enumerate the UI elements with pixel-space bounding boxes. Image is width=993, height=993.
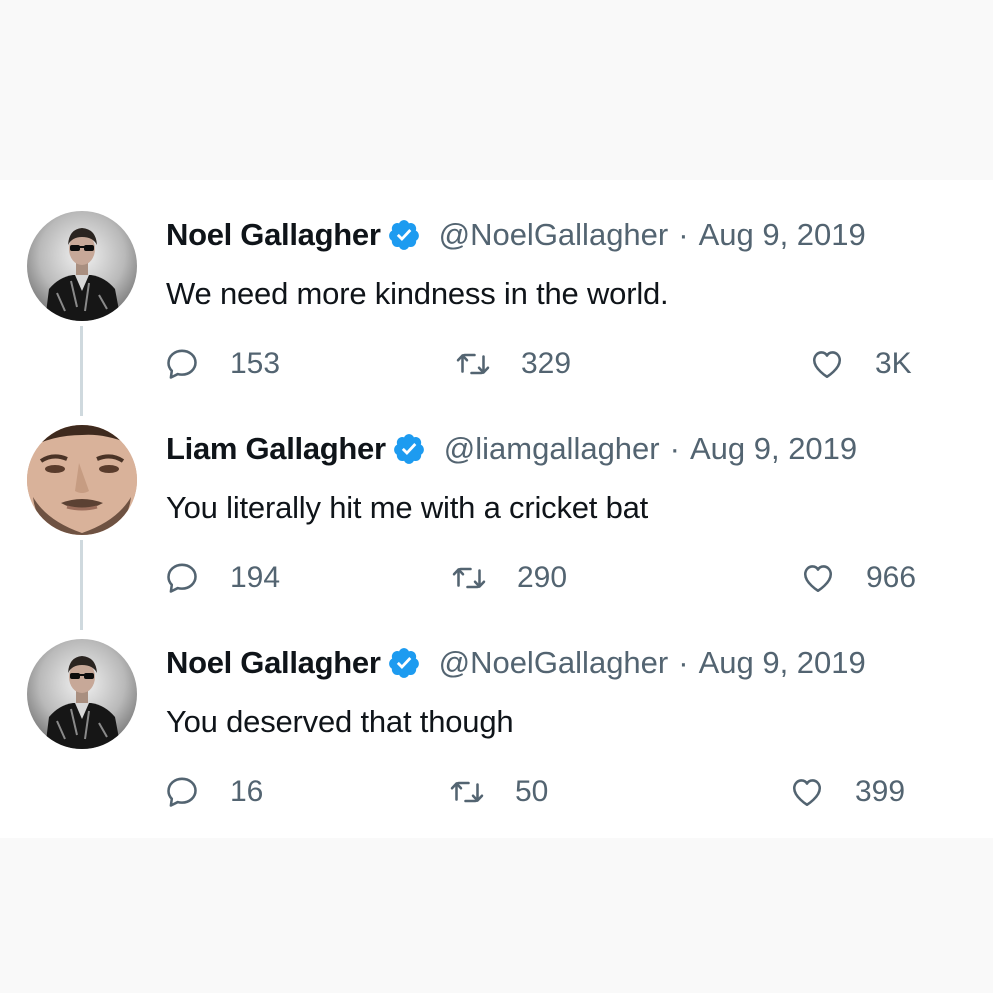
- reply-icon: [164, 774, 200, 810]
- retweet-button[interactable]: 290: [451, 558, 567, 598]
- separator-dot: ·: [678, 645, 689, 680]
- author-name[interactable]: Noel Gallagher: [166, 217, 381, 253]
- tweet-date[interactable]: Aug 9, 2019: [699, 645, 866, 681]
- reply-count: 16: [230, 775, 264, 808]
- retweet-icon: [455, 346, 491, 382]
- reply-icon: [164, 346, 200, 382]
- author-name[interactable]: Liam Gallagher: [166, 431, 386, 467]
- retweet-count: 290: [517, 561, 568, 594]
- reply-count: 153: [230, 347, 281, 380]
- like-icon: [809, 346, 845, 382]
- tweet-date[interactable]: Aug 9, 2019: [690, 431, 857, 467]
- like-button[interactable]: 966: [800, 558, 916, 598]
- separator-dot: ·: [678, 217, 689, 252]
- reply-button[interactable]: 16: [164, 772, 263, 812]
- verified-badge-icon: [387, 646, 421, 680]
- retweet-icon: [451, 560, 487, 596]
- retweet-button[interactable]: 50: [449, 772, 548, 812]
- like-button[interactable]: 399: [789, 772, 905, 812]
- reply-button[interactable]: 194: [164, 558, 280, 598]
- like-count: 966: [866, 561, 917, 594]
- retweet-icon: [449, 774, 485, 810]
- tweet-header: Liam Gallagher @liamgallagher · Aug 9, 2…: [166, 429, 857, 469]
- tweet-date[interactable]: Aug 9, 2019: [699, 217, 866, 253]
- tweet-text: You deserved that though: [166, 704, 514, 739]
- author-handle[interactable]: @NoelGallagher: [439, 217, 669, 253]
- retweet-count: 50: [515, 775, 549, 808]
- reply-button[interactable]: 153: [164, 344, 280, 384]
- tweet[interactable]: Noel Gallagher @NoelGallagher · Aug 9, 2…: [0, 180, 993, 416]
- like-count: 399: [855, 775, 906, 808]
- tweet-header: Noel Gallagher @NoelGallagher · Aug 9, 2…: [166, 643, 866, 683]
- avatar[interactable]: [27, 639, 137, 749]
- tweet[interactable]: Noel Gallagher @NoelGallagher · Aug 9, 2…: [0, 608, 993, 822]
- author-handle[interactable]: @liamgallagher: [444, 431, 660, 467]
- like-icon: [789, 774, 825, 810]
- verified-badge-icon: [387, 218, 421, 252]
- author-handle[interactable]: @NoelGallagher: [439, 645, 669, 681]
- tweet[interactable]: Liam Gallagher @liamgallagher · Aug 9, 2…: [0, 394, 993, 630]
- tweet-header: Noel Gallagher @NoelGallagher · Aug 9, 2…: [166, 215, 866, 255]
- like-button[interactable]: 3K: [809, 344, 912, 384]
- like-count: 3K: [875, 347, 912, 380]
- tweet-text: We need more kindness in the world.: [166, 276, 669, 311]
- verified-badge-icon: [392, 432, 426, 466]
- retweet-count: 329: [521, 347, 572, 380]
- reply-count: 194: [230, 561, 281, 594]
- reply-icon: [164, 560, 200, 596]
- thread-card: Noel Gallagher @NoelGallagher · Aug 9, 2…: [0, 180, 993, 838]
- retweet-button[interactable]: 329: [455, 344, 571, 384]
- separator-dot: ·: [669, 431, 680, 466]
- author-name[interactable]: Noel Gallagher: [166, 645, 381, 681]
- avatar[interactable]: [27, 425, 137, 535]
- avatar[interactable]: [27, 211, 137, 321]
- tweet-text: You literally hit me with a cricket bat: [166, 490, 649, 525]
- like-icon: [800, 560, 836, 596]
